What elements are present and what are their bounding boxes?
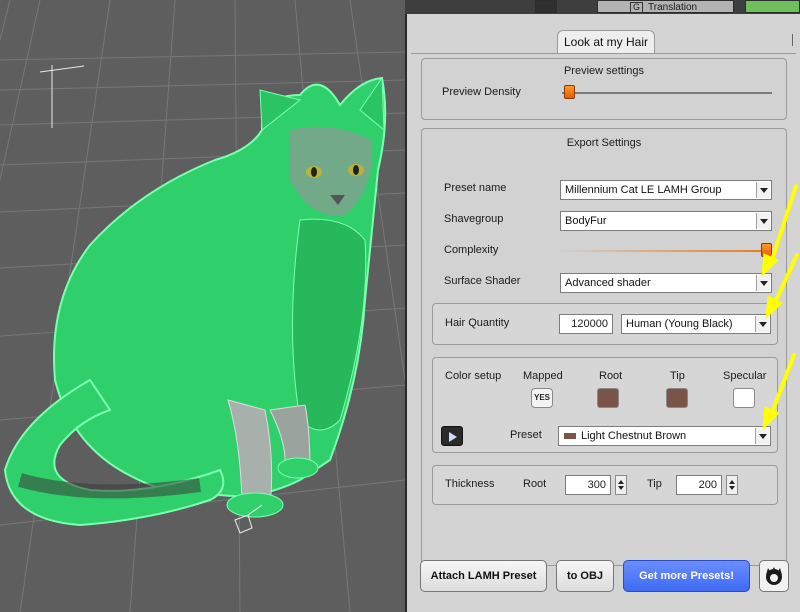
hair-quantity-label: Hair Quantity bbox=[445, 317, 510, 329]
stepper-up-icon[interactable] bbox=[729, 480, 735, 484]
hair-logo-button[interactable] bbox=[759, 560, 789, 592]
move-gizmo-button[interactable] bbox=[535, 0, 557, 13]
preview-settings-section: Preview settings Preview Density bbox=[421, 58, 787, 120]
to-obj-button[interactable]: to OBJ bbox=[556, 560, 614, 592]
3d-viewport[interactable] bbox=[0, 0, 405, 612]
translation-button[interactable]: G Translation bbox=[597, 0, 734, 13]
complexity-slider[interactable] bbox=[560, 250, 772, 252]
chevron-down-icon[interactable] bbox=[756, 213, 770, 229]
stepper-down-icon[interactable] bbox=[618, 486, 624, 490]
thickness-box: Thickness Root 300 Tip 200 bbox=[432, 465, 778, 505]
specular-color-label: Specular bbox=[723, 370, 767, 382]
preset-name-value: Millennium Cat LE LAMH Group bbox=[565, 184, 722, 196]
hair-quantity-value: 120000 bbox=[571, 318, 608, 330]
thickness-label: Thickness bbox=[445, 478, 495, 490]
surface-shader-value: Advanced shader bbox=[565, 277, 651, 289]
root-color-swatch[interactable] bbox=[597, 388, 619, 408]
shavegroup-value: BodyFur bbox=[565, 215, 607, 227]
thickness-tip-label: Tip bbox=[647, 478, 662, 490]
green-mode-button[interactable] bbox=[745, 0, 800, 13]
chevron-down-icon[interactable] bbox=[756, 275, 770, 291]
tip-color-swatch[interactable] bbox=[666, 388, 688, 408]
hair-logo-icon bbox=[766, 567, 782, 585]
thickness-root-input[interactable]: 300 bbox=[565, 475, 611, 495]
thickness-root-value: 300 bbox=[587, 479, 606, 491]
mapped-toggle[interactable]: YES bbox=[531, 388, 553, 408]
get-more-presets-button[interactable]: Get more Presets! bbox=[623, 560, 750, 592]
cat-figure bbox=[3, 76, 387, 527]
panel-edge-handle[interactable] bbox=[792, 34, 798, 46]
complexity-handle[interactable] bbox=[761, 243, 772, 257]
hair-type-dropdown[interactable]: Human (Young Black) bbox=[621, 314, 771, 334]
color-setup-box: Color setup Mapped YES Root Tip Specular… bbox=[432, 357, 778, 453]
color-setup-label: Color setup bbox=[445, 370, 502, 382]
attach-lamh-preset-button[interactable]: Attach LAMH Preset bbox=[420, 560, 547, 592]
lamh-panel: Look at my Hair Preview settings Preview… bbox=[405, 14, 800, 612]
viewport-scene bbox=[0, 0, 405, 612]
export-settings-section: Export Settings Preset name Millennium C… bbox=[421, 128, 787, 566]
chevron-down-icon[interactable] bbox=[756, 182, 770, 198]
preset-name-label: Preset name bbox=[444, 182, 507, 194]
preview-density-label: Preview Density bbox=[442, 86, 521, 98]
hair-quantity-input[interactable]: 120000 bbox=[559, 314, 613, 334]
tip-color-label: Tip bbox=[670, 370, 685, 382]
preview-density-handle[interactable] bbox=[564, 85, 576, 99]
surface-shader-dropdown[interactable]: Advanced shader bbox=[560, 273, 772, 293]
mapped-label: Mapped bbox=[523, 370, 563, 382]
specular-color-swatch[interactable] bbox=[733, 388, 755, 408]
tab-look-at-my-hair[interactable]: Look at my Hair bbox=[557, 30, 655, 54]
translation-label: Translation bbox=[648, 2, 698, 13]
color-preset-value: Light Chestnut Brown bbox=[581, 430, 687, 442]
chevron-down-icon[interactable] bbox=[755, 428, 769, 444]
thickness-tip-input[interactable]: 200 bbox=[676, 475, 722, 495]
axis-gizmo bbox=[39, 65, 85, 128]
root-color-label: Root bbox=[599, 370, 623, 382]
color-preset-label: Preset bbox=[510, 429, 542, 441]
top-toolbar-strip: G Translation bbox=[405, 0, 800, 14]
export-settings-title: Export Settings bbox=[566, 137, 642, 149]
thickness-tip-stepper[interactable] bbox=[726, 475, 738, 495]
chevron-down-icon[interactable] bbox=[755, 316, 769, 332]
stepper-down-icon[interactable] bbox=[729, 486, 735, 490]
shavegroup-label: Shavegroup bbox=[444, 213, 504, 225]
preset-color-chip bbox=[564, 433, 576, 439]
thickness-root-stepper[interactable] bbox=[615, 475, 627, 495]
hair-quantity-box: Hair Quantity 120000 Human (Young Black) bbox=[432, 303, 778, 345]
surface-shader-label: Surface Shader bbox=[444, 275, 521, 287]
preset-name-dropdown[interactable]: Millennium Cat LE LAMH Group bbox=[560, 180, 772, 200]
color-preset-dropdown[interactable]: Light Chestnut Brown bbox=[558, 426, 771, 446]
shavegroup-dropdown[interactable]: BodyFur bbox=[560, 211, 772, 231]
preview-density-slider[interactable] bbox=[562, 92, 772, 94]
translation-key-badge: G bbox=[630, 2, 644, 13]
complexity-label: Complexity bbox=[444, 244, 499, 256]
preview-settings-title: Preview settings bbox=[563, 65, 645, 77]
thickness-root-label: Root bbox=[523, 478, 547, 490]
thickness-tip-value: 200 bbox=[698, 479, 717, 491]
hair-type-value: Human (Young Black) bbox=[626, 318, 733, 330]
play-icon[interactable] bbox=[441, 426, 463, 446]
panel-content: Preview settings Preview Density Export … bbox=[411, 54, 794, 566]
stepper-up-icon[interactable] bbox=[618, 480, 624, 484]
